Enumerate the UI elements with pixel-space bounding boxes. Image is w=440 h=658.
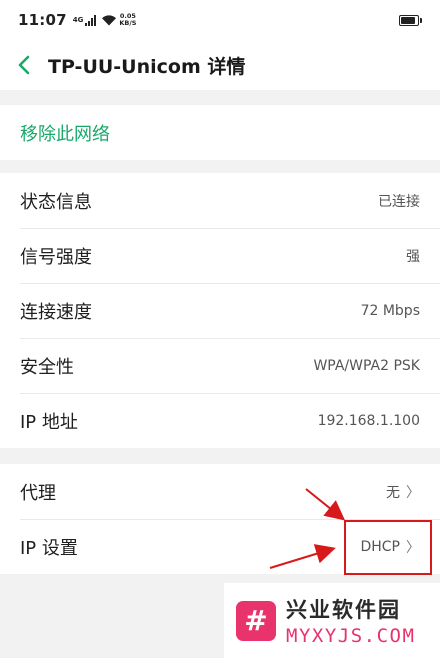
- page-title: TP-UU-Unicom 详情: [48, 55, 246, 78]
- info-row-status: 状态信息 已连接: [0, 173, 440, 228]
- network-type: 4G: [72, 15, 84, 24]
- info-value: 72 Mbps: [360, 302, 420, 319]
- info-label: 安全性: [20, 356, 74, 378]
- info-value: WPA/WPA2 PSK: [313, 357, 420, 374]
- info-value: 强: [406, 248, 420, 265]
- info-label: IP 地址: [20, 411, 78, 433]
- status-bar: 11:07 4G 0.05 KB/S: [0, 0, 440, 40]
- status-time: 11:07: [18, 11, 67, 29]
- info-row-signal: 信号强度 强: [0, 228, 440, 283]
- chevron-left-icon[interactable]: [12, 50, 36, 80]
- watermark-logo-icon: #: [236, 600, 276, 641]
- wifi-icon: [101, 14, 117, 26]
- info-value: 已连接: [378, 193, 420, 210]
- net-speed: 0.05 KB/S: [119, 12, 137, 27]
- remove-section: 移除此网络: [0, 105, 440, 160]
- page-header: TP-UU-Unicom 详情: [0, 40, 440, 90]
- info-label: 连接速度: [20, 301, 92, 323]
- watermark-name-en: MYXYJS.COM: [286, 625, 416, 647]
- annotation-highlight-box: [344, 520, 432, 575]
- battery-icon: [399, 14, 422, 26]
- info-value: 192.168.1.100: [317, 412, 420, 429]
- info-label: 信号强度: [20, 246, 92, 268]
- setting-label: 代理: [20, 482, 56, 504]
- setting-label: IP 设置: [20, 537, 78, 559]
- info-row-ip-address: IP 地址 192.168.1.100: [0, 393, 440, 448]
- remove-network-button[interactable]: 移除此网络: [0, 105, 440, 160]
- remove-network-label: 移除此网络: [20, 123, 110, 145]
- info-label: 状态信息: [20, 191, 92, 213]
- proxy-setting-row[interactable]: 代理 无 〉: [0, 464, 440, 519]
- watermark: # 兴业软件园 MYXYJS.COM: [224, 583, 440, 658]
- info-row-speed: 连接速度 72 Mbps: [0, 283, 440, 338]
- cellular-signal-icon: 4G: [72, 14, 97, 26]
- watermark-name-cn: 兴业软件园: [286, 598, 401, 622]
- chevron-right-icon: 〉: [406, 484, 420, 501]
- setting-value: 无 〉: [386, 482, 420, 502]
- info-row-security: 安全性 WPA/WPA2 PSK: [0, 338, 440, 393]
- info-section: 状态信息 已连接 信号强度 强 连接速度 72 Mbps 安全性 WPA/WPA…: [0, 173, 440, 448]
